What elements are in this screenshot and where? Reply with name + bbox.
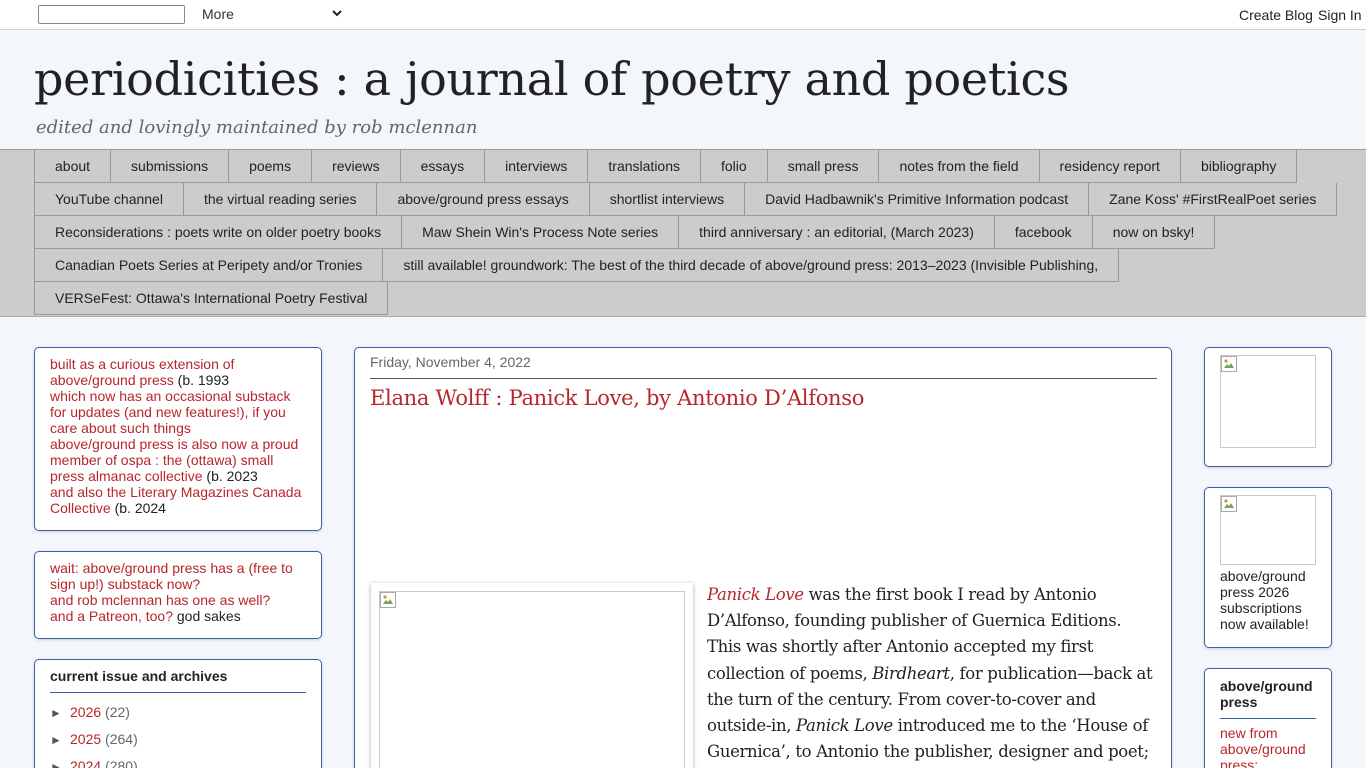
post-date: Friday, November 4, 2022 [370,354,531,370]
tab-row5-0[interactable]: VERSeFest: Ottawa's International Poetry… [34,282,389,315]
archive-count: (280) [105,758,138,768]
tab-row1-6[interactable]: translations [588,150,701,183]
widget-text: built as a curious extension of above/gr… [50,356,306,516]
tab-row2-5[interactable]: Zane Koss' #FirstRealPoet series [1089,183,1338,216]
tab-row3-0[interactable]: Reconsiderations : poets write on older … [34,216,403,249]
blog-title[interactable]: periodicities : a journal of poetry and … [34,52,1070,106]
tab-row3-3[interactable]: facebook [994,216,1093,249]
tab-row2-4[interactable]: David Hadbawnik's Primitive Information … [745,183,1090,216]
archive-title: current issue and archives [50,668,306,693]
tab-row3-1[interactable]: Maw Shein Win's Process Note series [402,216,680,249]
widget-text: wait: above/ground press has a (free to … [50,560,306,624]
pages-tabs: about submissions poems reviews essays interv… [0,149,1366,317]
tab-row1-10[interactable]: residency report [1039,150,1181,183]
expand-triangle-icon[interactable]: ► [50,754,70,768]
chevron-down-icon[interactable] [331,6,343,20]
tab-row1-7[interactable]: folio [701,150,768,183]
substack-widget: wait: above/ground press has a (free to … [34,551,322,639]
tab-row1-3[interactable]: reviews [312,150,401,183]
archive-year-link[interactable]: 2024 [70,758,101,768]
tabs-row: Reconsiderations : poets write on older … [34,216,1264,249]
rob-substack-link[interactable]: and rob mclennan has one as well? [50,592,270,608]
tab-row1-9[interactable]: notes from the field [879,150,1040,183]
create-blog-link[interactable]: Create Blog [1239,7,1313,23]
sidebar-image-widget [1204,347,1332,467]
tab-row2-3[interactable]: shortlist interviews [589,183,746,216]
search-input[interactable] [38,5,185,24]
sign-in-link[interactable]: Sign In [1318,7,1362,23]
above-ground-widget: above/ground press new from above/ground… [1204,668,1332,768]
tab-row1-0[interactable]: about [34,150,112,183]
tab-row4-1[interactable]: still available! groundwork: The best of… [383,249,1120,282]
expand-triangle-icon[interactable]: ► [50,727,70,754]
post-image-frame [371,583,693,768]
ag-substack-link[interactable]: wait: above/ground press has a (free to … [50,560,293,592]
body-italic: Birdheart [872,663,950,683]
widget-note: (b. 2023 [202,468,258,484]
subscriptions-widget: above/ground press 2026 subscriptions no… [1204,487,1332,648]
archive-year-link[interactable]: 2026 [70,704,101,720]
tab-row2-1[interactable]: the virtual reading series [183,183,378,216]
expand-triangle-icon[interactable]: ► [50,700,70,727]
tab-row1-4[interactable]: essays [400,150,486,183]
tabs-row: YouTube channel the virtual reading serie… [34,183,1338,216]
broken-image-icon [1221,496,1237,512]
blog-post: Friday, November 4, 2022 Elana Wolff : P… [354,347,1172,768]
archive-year-row: ► 2025 (264) [50,726,306,753]
post-title[interactable]: Elana Wolff : Panick Love, by Antonio D’… [370,386,864,410]
archive-year-link[interactable]: 2025 [70,731,101,747]
sidebar-image[interactable] [1220,355,1316,448]
widget-note: (b. 2024 [110,500,166,516]
widget-note: god sakes [173,608,241,624]
tab-row1-8[interactable]: small press [767,150,880,183]
tabs-row: Canadian Poets Series at Peripety and/or… [34,249,1264,282]
lit-mags-canada-link[interactable]: and also the Literary Magazines Canada C… [50,484,301,516]
broken-image-icon [380,592,396,608]
tab-row4-0[interactable]: Canadian Poets Series at Peripety and/or… [34,249,384,282]
archive-count: (22) [105,704,130,720]
date-divider [370,378,1157,379]
new-from-link[interactable]: new from above/ground press: [1220,725,1316,768]
tab-row3-2[interactable]: third anniversary : an editorial, (March… [679,216,995,249]
tab-row1-2[interactable]: poems [229,150,313,183]
body-italic: Panick Love [796,716,893,736]
tab-row1-5[interactable]: interviews [485,150,589,183]
broken-image-icon [1221,356,1237,372]
more-dropdown[interactable]: More [202,6,234,22]
blogger-navbar: More Create Blog Sign In [0,0,1366,30]
book-title-link[interactable]: Panick Love [707,585,804,604]
post-body: Panick Love was the first book I read by… [707,582,1157,768]
tab-row2-2[interactable]: above/ground press essays [377,183,590,216]
about-links-widget: built as a curious extension of above/gr… [34,347,322,531]
tabs-row: VERSeFest: Ottawa's International Poetry… [34,282,1264,315]
patreon-link[interactable]: and a Patreon, too? [50,608,173,624]
blog-description: edited and lovingly maintained by rob mc… [36,117,478,138]
archive-year-row: ► 2026 (22) [50,699,306,726]
post-image[interactable] [379,591,685,768]
tab-row2-0[interactable]: YouTube channel [34,183,184,216]
archive-widget: current issue and archives ► 2026 (22) ► 2… [34,659,322,768]
widget-title: above/ground press [1220,678,1316,719]
tab-row3-4[interactable]: now on bsky! [1092,216,1216,249]
ospa-link[interactable]: above/ground press is also now a proud m… [50,436,298,484]
substack-link[interactable]: which now has an occasional substack for… [50,388,290,436]
tab-row1-11[interactable]: bibliography [1180,150,1298,183]
tabs-row: about submissions poems reviews essays interv… [34,150,1298,183]
archive-year-row: ► 2024 (280) [50,753,306,768]
tab-row1-1[interactable]: submissions [111,150,230,183]
widget-note: (b. 1993 [173,372,230,388]
subscriptions-image[interactable] [1220,495,1316,565]
archive-count: (264) [105,731,138,747]
subscriptions-caption: above/ground press 2026 subscriptions no… [1220,568,1309,632]
